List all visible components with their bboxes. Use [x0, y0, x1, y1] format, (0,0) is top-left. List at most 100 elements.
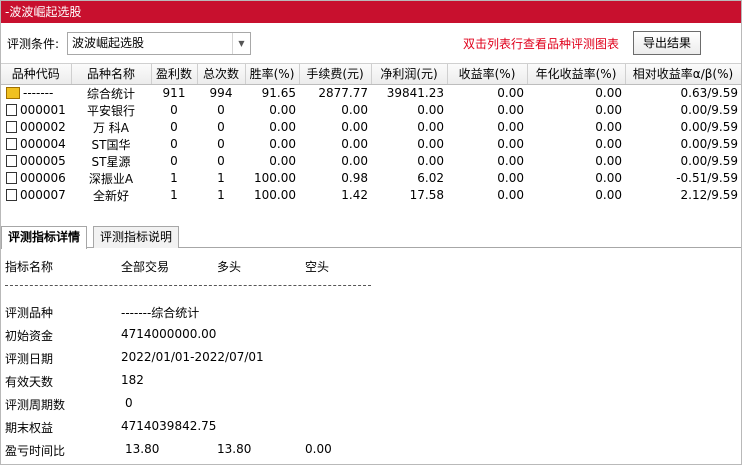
cell-relative-return: 0.00/9.59: [680, 137, 738, 151]
cell-annual-return: 0.00: [595, 103, 622, 117]
cell-winrate: 0.00: [269, 154, 296, 168]
app-window: -波波崛起选股 评测条件: 波波崛起选股 ▼ 双击列表行查看品种评测图表 导出结…: [0, 0, 742, 465]
cell-wins: 0: [170, 154, 178, 168]
cell-return: 0.00: [497, 86, 524, 100]
cell-name: ST星源: [91, 154, 131, 169]
cell-winrate: 91.65: [261, 86, 296, 100]
document-icon: [6, 104, 17, 116]
cell-profit: 0.00: [417, 103, 444, 117]
cell-wins: 0: [170, 137, 178, 151]
document-icon: [6, 172, 17, 184]
document-icon: [6, 189, 17, 201]
detail-header-name: 指标名称: [5, 260, 54, 274]
cell-name: 全新好: [92, 188, 129, 203]
results-table: 品种代码 品种名称 盈利数 总次数 胜率(%) 手续费(元) 净利润(元) 收益…: [1, 63, 741, 217]
cell-profit: 6.02: [417, 171, 444, 185]
cell-code: 000007: [1, 187, 71, 204]
cell-relative-return: -0.51/9.59: [676, 171, 738, 185]
cell-winrate: 100.00: [254, 171, 296, 185]
metric-label: 盈亏时间比: [5, 444, 66, 458]
col-header-code[interactable]: 品种代码: [1, 64, 72, 85]
col-header-relative-return[interactable]: 相对收益率α/β(%): [625, 64, 741, 85]
chevron-down-icon[interactable]: ▼: [232, 33, 250, 54]
detail-tabs: 评测指标详情 评测指标说明: [1, 225, 741, 249]
table-row[interactable]: 000001 平安银行 0 0 0.00 0.00 0.00 0.00 0.00…: [1, 102, 741, 119]
col-header-annual-return[interactable]: 年化收益率(%): [527, 64, 626, 85]
tab-metrics-description[interactable]: 评测指标说明: [93, 226, 180, 248]
detail-header-long: 多头: [217, 260, 242, 274]
metric-value-long: 13.80: [217, 442, 252, 456]
cell-fee: 0.00: [341, 154, 368, 168]
cell-wins: 1: [170, 188, 178, 202]
document-icon: [6, 121, 17, 133]
table-row[interactable]: 000002 万 科A 0 0 0.00 0.00 0.00 0.00 0.00…: [1, 119, 741, 136]
metric-value: 4714039842.75: [121, 419, 217, 433]
table-row[interactable]: 000005 ST星源 0 0 0.00 0.00 0.00 0.00 0.00…: [1, 153, 741, 170]
cell-relative-return: 0.00/9.59: [680, 120, 738, 134]
metrics-detail-panel: 指标名称 全部交易 多头 空头 评测品种 -------综合统计 初始资金 47…: [1, 249, 741, 464]
table-row[interactable]: 000007 全新好 1 1 100.00 1.42 17.58 0.00 0.…: [1, 187, 741, 204]
cell-wins: 911: [162, 86, 186, 100]
cell-wins: 1: [170, 171, 178, 185]
col-header-profit[interactable]: 净利润(元): [371, 64, 448, 85]
cell-code: -------: [1, 84, 71, 102]
cell-code: 000005: [1, 153, 71, 170]
col-header-wins[interactable]: 盈利数: [151, 64, 198, 85]
window-title: -波波崛起选股: [5, 5, 82, 19]
cell-profit: 39841.23: [386, 86, 444, 100]
cell-total: 1: [217, 188, 225, 202]
cell-profit: 0.00: [417, 137, 444, 151]
cell-annual-return: 0.00: [595, 154, 622, 168]
cell-total: 994: [209, 86, 233, 100]
col-header-return[interactable]: 收益率(%): [447, 64, 528, 85]
cell-return: 0.00: [497, 154, 524, 168]
metric-label: 评测周期数: [5, 398, 66, 412]
cell-relative-return: 2.12/9.59: [680, 188, 738, 202]
detail-header-all: 全部交易: [121, 260, 170, 274]
cell-profit: 17.58: [409, 188, 444, 202]
divider: [5, 285, 371, 286]
metric-label: 评测品种: [5, 306, 54, 320]
tab-metrics-detail[interactable]: 评测指标详情: [1, 226, 88, 249]
cell-name: 平安银行: [86, 103, 135, 118]
cell-winrate: 0.00: [269, 120, 296, 134]
toolbar: 评测条件: 波波崛起选股 ▼ 双击列表行查看品种评测图表 导出结果: [1, 23, 741, 63]
cell-winrate: 0.00: [269, 103, 296, 117]
metric-value: -------综合统计: [121, 306, 200, 320]
col-header-total[interactable]: 总次数: [197, 64, 246, 85]
table-row[interactable]: ------- 综合统计 911 994 91.65 2877.77 39841…: [1, 84, 741, 102]
table-header-row: 品种代码 品种名称 盈利数 总次数 胜率(%) 手续费(元) 净利润(元) 收益…: [1, 64, 741, 85]
export-button[interactable]: 导出结果: [633, 31, 701, 55]
metric-value: 2022/01/01-2022/07/01: [121, 350, 264, 364]
metric-value: 0: [125, 396, 133, 410]
cell-name: 万 科A: [92, 120, 130, 135]
cell-annual-return: 0.00: [595, 86, 622, 100]
document-icon: [6, 155, 17, 167]
title-bar: -波波崛起选股: [1, 1, 741, 23]
cell-return: 0.00: [497, 188, 524, 202]
cell-total: 0: [217, 103, 225, 117]
condition-select-value: 波波崛起选股: [72, 36, 145, 50]
col-header-name[interactable]: 品种名称: [71, 64, 152, 85]
metric-value: 13.80: [125, 442, 160, 456]
cell-fee: 1.42: [341, 188, 368, 202]
cell-code: 000006: [1, 170, 71, 187]
cell-profit: 0.00: [417, 120, 444, 134]
condition-select[interactable]: 波波崛起选股 ▼: [67, 32, 251, 55]
cell-wins: 0: [170, 120, 178, 134]
table-row[interactable]: 000006 深振业A 1 1 100.00 0.98 6.02 0.00 0.…: [1, 170, 741, 187]
cell-name: 综合统计: [86, 86, 135, 101]
col-header-winrate[interactable]: 胜率(%): [245, 64, 300, 85]
cell-relative-return: 0.63/9.59: [680, 86, 738, 100]
cell-return: 0.00: [497, 120, 524, 134]
hint-text: 双击列表行查看品种评测图表: [463, 37, 620, 51]
cell-return: 0.00: [497, 171, 524, 185]
cell-total: 1: [217, 171, 225, 185]
table-row[interactable]: 000004 ST国华 0 0 0.00 0.00 0.00 0.00 0.00…: [1, 136, 741, 153]
cell-annual-return: 0.00: [595, 137, 622, 151]
document-icon: [6, 138, 17, 150]
metric-label: 评测日期: [5, 352, 54, 366]
cell-relative-return: 0.00/9.59: [680, 154, 738, 168]
col-header-fee[interactable]: 手续费(元): [299, 64, 372, 85]
metric-label: 初始资金: [5, 329, 54, 343]
